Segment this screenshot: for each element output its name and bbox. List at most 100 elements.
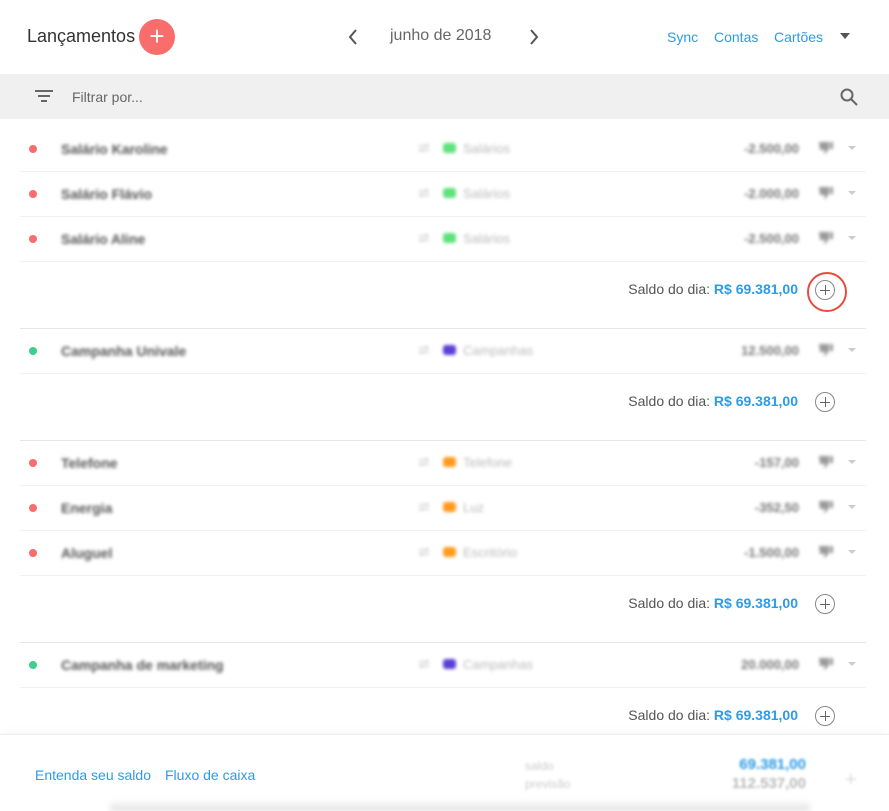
thumbs-down-icon[interactable] <box>818 500 834 514</box>
fluxo-caixa-link[interactable]: Fluxo de caixa <box>165 767 255 783</box>
transaction-name: Energia <box>61 500 113 516</box>
sync-link[interactable]: Sync <box>667 29 698 45</box>
saldo-do-dia: Saldo do dia: R$ 69.381,00 <box>20 576 866 643</box>
transaction-name: Salário Aline <box>61 231 146 247</box>
cartoes-link[interactable]: Cartões <box>774 29 823 45</box>
add-transaction-icon[interactable] <box>815 392 835 412</box>
row-expand-icon[interactable] <box>848 236 856 240</box>
header: Lançamentos + junho de 2018 Sync Contas … <box>0 0 889 74</box>
transaction-row[interactable]: Salário Karoline Salários -2.500,00 <box>20 127 866 172</box>
saldo-value: R$ 69.381,00 <box>713 707 798 723</box>
row-expand-icon[interactable] <box>848 460 856 464</box>
category-swatch <box>443 659 456 669</box>
thumbs-down-icon[interactable] <box>818 455 834 469</box>
saldo-label: Saldo do dia: <box>628 707 711 723</box>
transaction-category: Salários <box>463 231 510 246</box>
saldo-label: Saldo do dia: <box>628 393 711 409</box>
search-icon[interactable] <box>840 88 858 106</box>
thumbs-down-icon[interactable] <box>818 343 834 357</box>
transaction-value: -2.500,00 <box>744 141 799 156</box>
entenda-saldo-link[interactable]: Entenda seu saldo <box>35 767 151 783</box>
row-expand-icon[interactable] <box>848 505 856 509</box>
footer-shadow <box>110 800 810 811</box>
transaction-name: Telefone <box>61 455 118 471</box>
transaction-name: Campanha de marketing <box>61 657 224 673</box>
dropdown-caret-icon[interactable] <box>840 33 850 39</box>
transaction-row[interactable]: Energia Luz -352,50 <box>20 486 866 531</box>
transaction-category: Salários <box>463 141 510 156</box>
saldo-value: R$ 69.381,00 <box>713 595 798 611</box>
next-month-icon[interactable] <box>524 26 544 48</box>
transaction-value: 12.500,00 <box>741 343 799 358</box>
transaction-category: Campanhas <box>463 343 534 358</box>
transaction-category: Telefone <box>463 455 513 470</box>
category-swatch <box>443 457 456 467</box>
transaction-value: -1.500,00 <box>744 545 799 560</box>
thumbs-down-icon[interactable] <box>818 545 834 559</box>
transaction-value: -2.000,00 <box>744 186 799 201</box>
row-expand-icon[interactable] <box>848 191 856 195</box>
transaction-row[interactable]: Aluguel Escritório -1.500,00 <box>20 531 866 576</box>
add-lancamento-button[interactable]: + <box>139 19 175 55</box>
page-title: Lançamentos <box>27 26 136 46</box>
saldo-do-dia: Saldo do dia: R$ 69.381,00 <box>20 374 866 441</box>
transaction-category: Salários <box>463 186 510 201</box>
status-dot <box>29 504 37 512</box>
category-swatch <box>443 345 456 355</box>
transaction-row[interactable]: Salário Aline Salários -2.500,00 <box>20 217 866 262</box>
footer-saldo-value: 69.381,00 <box>739 756 806 773</box>
transaction-row[interactable]: Campanha Univale Campanhas 12.500,00 <box>20 329 866 374</box>
current-month: junho de 2018 <box>390 27 492 44</box>
category-swatch <box>443 188 456 198</box>
row-expand-icon[interactable] <box>848 146 856 150</box>
transaction-value: 20.000,00 <box>741 657 799 672</box>
saldo-label: Saldo do dia: <box>628 281 711 297</box>
filter-icon[interactable] <box>35 88 53 104</box>
thumbs-down-icon[interactable] <box>818 186 834 200</box>
repeat-icon[interactable] <box>417 500 431 514</box>
status-dot <box>29 661 37 669</box>
transaction-row[interactable]: Telefone Telefone -157,00 <box>20 441 866 486</box>
repeat-icon[interactable] <box>417 545 431 559</box>
row-expand-icon[interactable] <box>848 348 856 352</box>
add-transaction-icon[interactable] <box>815 594 835 614</box>
repeat-icon[interactable] <box>417 186 431 200</box>
repeat-icon[interactable] <box>417 343 431 357</box>
category-swatch <box>443 233 456 243</box>
footer-previsao-label: previsão <box>525 777 571 791</box>
transaction-row[interactable]: Campanha de marketing Campanhas 20.000,0… <box>20 643 866 688</box>
transaction-value: -352,50 <box>754 500 799 515</box>
thumbs-down-icon[interactable] <box>818 231 834 245</box>
filter-input[interactable] <box>72 86 772 108</box>
contas-link[interactable]: Contas <box>714 29 758 45</box>
prev-month-icon[interactable] <box>343 26 363 48</box>
repeat-icon[interactable] <box>417 657 431 671</box>
transaction-value: -157,00 <box>754 455 799 470</box>
saldo-label: Saldo do dia: <box>628 595 711 611</box>
thumbs-down-icon[interactable] <box>818 657 834 671</box>
footer-add-icon[interactable]: + <box>845 769 857 792</box>
footer-previsao-value: 112.537,00 <box>731 775 806 792</box>
transaction-row[interactable]: Salário Flávio Salários -2.000,00 <box>20 172 866 217</box>
status-dot <box>29 549 37 557</box>
saldo-do-dia: Saldo do dia: R$ 69.381,00 <box>20 262 866 329</box>
transaction-name: Salário Karoline <box>61 141 168 157</box>
row-expand-icon[interactable] <box>848 550 856 554</box>
transaction-name: Aluguel <box>61 545 113 561</box>
thumbs-down-icon[interactable] <box>818 141 834 155</box>
status-dot <box>29 235 37 243</box>
transaction-name: Campanha Univale <box>61 343 187 359</box>
row-expand-icon[interactable] <box>848 662 856 666</box>
footer-saldo-label: saldo <box>525 759 554 773</box>
filter-bar <box>0 74 889 119</box>
transaction-category: Campanhas <box>463 657 534 672</box>
add-transaction-icon[interactable] <box>815 706 835 726</box>
transaction-category: Luz <box>463 500 484 515</box>
month-navigator: junho de 2018 <box>340 24 550 50</box>
saldo-value: R$ 69.381,00 <box>713 281 798 297</box>
transaction-category: Escritório <box>463 545 518 560</box>
saldo-value: R$ 69.381,00 <box>713 393 798 409</box>
repeat-icon[interactable] <box>417 141 431 155</box>
repeat-icon[interactable] <box>417 455 431 469</box>
repeat-icon[interactable] <box>417 231 431 245</box>
